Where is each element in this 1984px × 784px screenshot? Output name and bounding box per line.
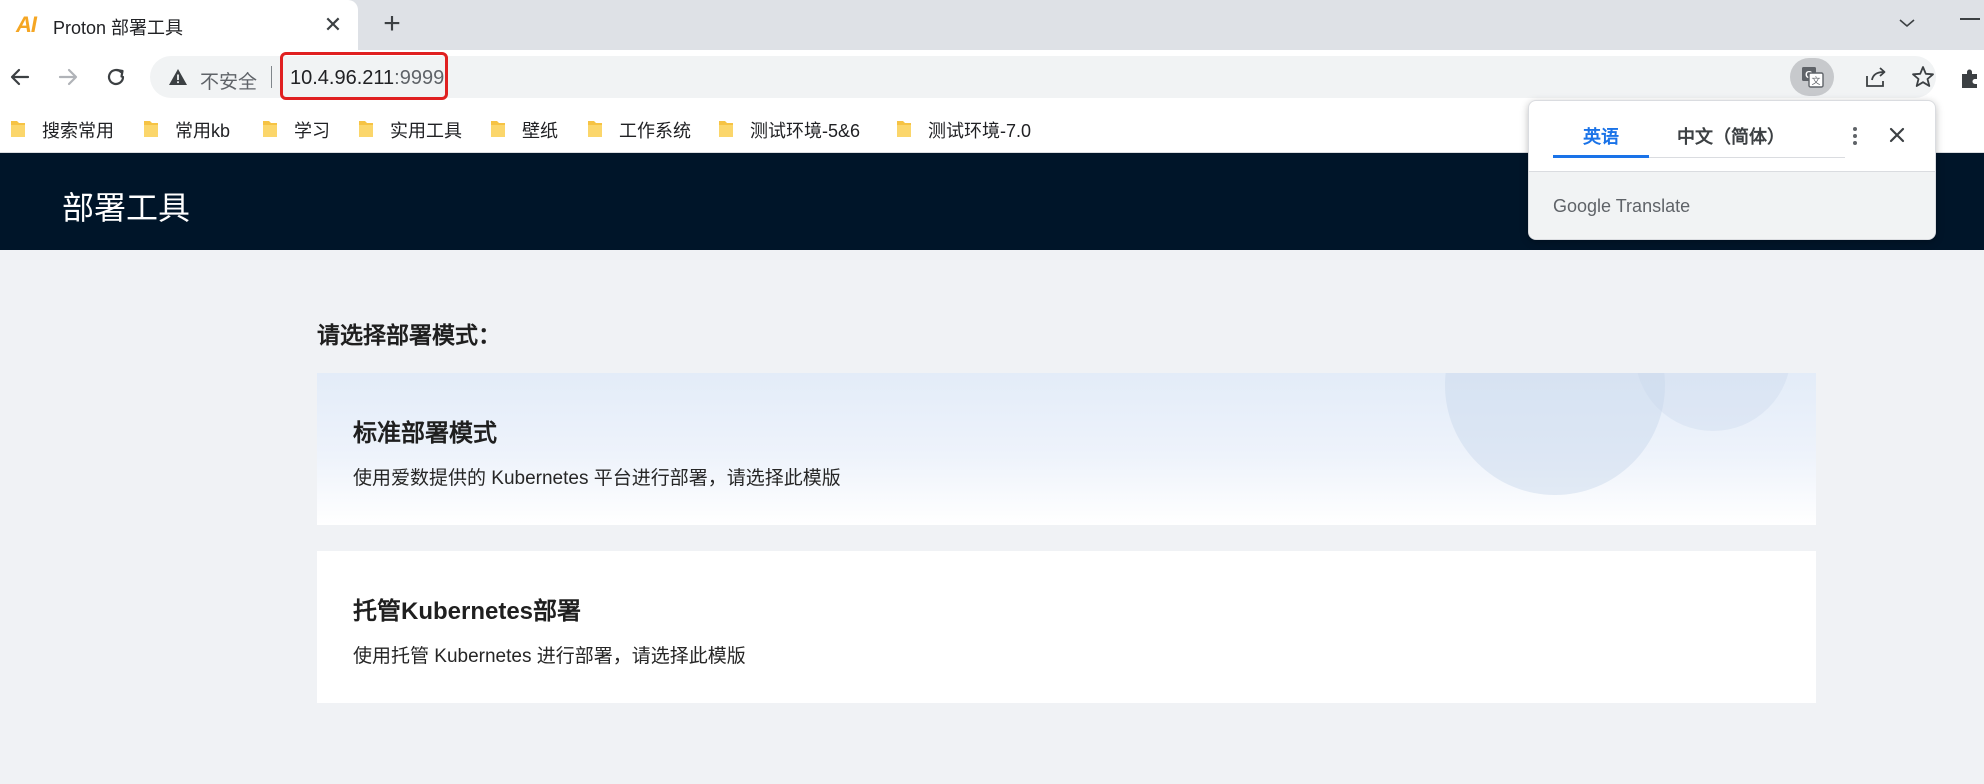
bookmark-label: 学习 bbox=[294, 121, 330, 141]
card-decoration bbox=[1445, 373, 1665, 495]
folder-icon bbox=[587, 118, 603, 138]
app-logo-icon: AI bbox=[16, 12, 37, 37]
extensions-puzzle-icon[interactable] bbox=[1958, 66, 1982, 90]
share-icon[interactable] bbox=[1863, 64, 1889, 90]
browser-toolbar: 不安全 10.4.96.211:9999 G 文 bbox=[0, 50, 1984, 104]
window-minimize-button[interactable] bbox=[1950, 18, 1984, 20]
google-wordmark: Google bbox=[1553, 196, 1612, 216]
page-prompt: 请选择部署模式： bbox=[317, 322, 501, 348]
bookmark-label: 常用kb bbox=[175, 121, 231, 141]
tab-target-language[interactable]: 中文（简体） bbox=[1677, 123, 1785, 149]
folder-icon bbox=[490, 118, 506, 138]
bookmark-label: 实用工具 bbox=[390, 121, 462, 141]
app-title: 部署工具 bbox=[62, 190, 191, 226]
deploy-mode-card-standard[interactable]: 标准部署模式 使用爱数提供的 Kubernetes 平台进行部署，请选择此模版 bbox=[317, 373, 1816, 525]
folder-icon bbox=[896, 118, 912, 138]
svg-text:文: 文 bbox=[1811, 75, 1820, 87]
tab-divider bbox=[1649, 157, 1845, 158]
google-translate-logo: Google Translate bbox=[1553, 196, 1690, 217]
close-icon[interactable] bbox=[1885, 123, 1909, 147]
bookmark-label: 测试环境-5&6 bbox=[750, 121, 861, 141]
tab-strip: AI Proton 部署工具 ✕ + bbox=[0, 0, 1984, 50]
card-description: 使用托管 Kubernetes 进行部署，请选择此模版 bbox=[353, 646, 746, 667]
active-tab-indicator bbox=[1553, 155, 1649, 158]
card-title: 标准部署模式 bbox=[353, 420, 497, 447]
folder-icon bbox=[10, 118, 26, 138]
browser-tab[interactable]: AI Proton 部署工具 ✕ bbox=[0, 0, 358, 50]
folder-icon bbox=[718, 118, 734, 138]
card-title: 托管Kubernetes部署 bbox=[353, 598, 582, 625]
tab-title: Proton 部署工具 bbox=[53, 18, 184, 38]
url-text[interactable]: 10.4.96.211:9999 bbox=[290, 67, 444, 90]
folder-icon bbox=[143, 118, 159, 138]
security-status-label[interactable]: 不安全 bbox=[200, 67, 257, 94]
forward-arrow-icon[interactable] bbox=[53, 62, 83, 92]
reload-icon[interactable] bbox=[101, 62, 131, 92]
translate-popup: 英语 中文（简体） Google Translate bbox=[1528, 100, 1936, 240]
tab-search-chevron-icon[interactable] bbox=[1892, 8, 1922, 38]
bookmark-label: 壁纸 bbox=[522, 121, 558, 141]
translate-page-button[interactable]: G 文 bbox=[1790, 58, 1834, 96]
url-port: :9999 bbox=[394, 67, 445, 89]
back-arrow-icon[interactable] bbox=[5, 62, 35, 92]
bookmark-label: 工作系统 bbox=[619, 121, 691, 141]
warning-icon[interactable] bbox=[168, 67, 188, 87]
address-bar[interactable]: 不安全 10.4.96.211:9999 G 文 bbox=[150, 52, 1936, 100]
bookmark-label: 搜索常用 bbox=[42, 121, 114, 141]
folder-icon bbox=[262, 118, 278, 138]
address-separator bbox=[271, 66, 272, 88]
new-tab-button[interactable]: + bbox=[376, 9, 408, 41]
translate-wordmark: Translate bbox=[1615, 196, 1691, 216]
tab-source-language[interactable]: 英语 bbox=[1583, 123, 1619, 149]
more-options-icon[interactable] bbox=[1845, 123, 1865, 149]
bookmark-star-icon[interactable] bbox=[1910, 64, 1936, 90]
url-host: 10.4.96.211 bbox=[290, 67, 395, 89]
bookmark-label: 测试环境-7.0 bbox=[928, 121, 1032, 141]
translate-footer: Google Translate bbox=[1529, 172, 1935, 239]
deploy-mode-card-managed[interactable]: 托管Kubernetes部署 使用托管 Kubernetes 进行部署，请选择此… bbox=[317, 551, 1816, 703]
folder-icon bbox=[358, 118, 374, 138]
tab-close-icon[interactable]: ✕ bbox=[318, 10, 348, 40]
card-description: 使用爱数提供的 Kubernetes 平台进行部署，请选择此模版 bbox=[353, 468, 841, 489]
